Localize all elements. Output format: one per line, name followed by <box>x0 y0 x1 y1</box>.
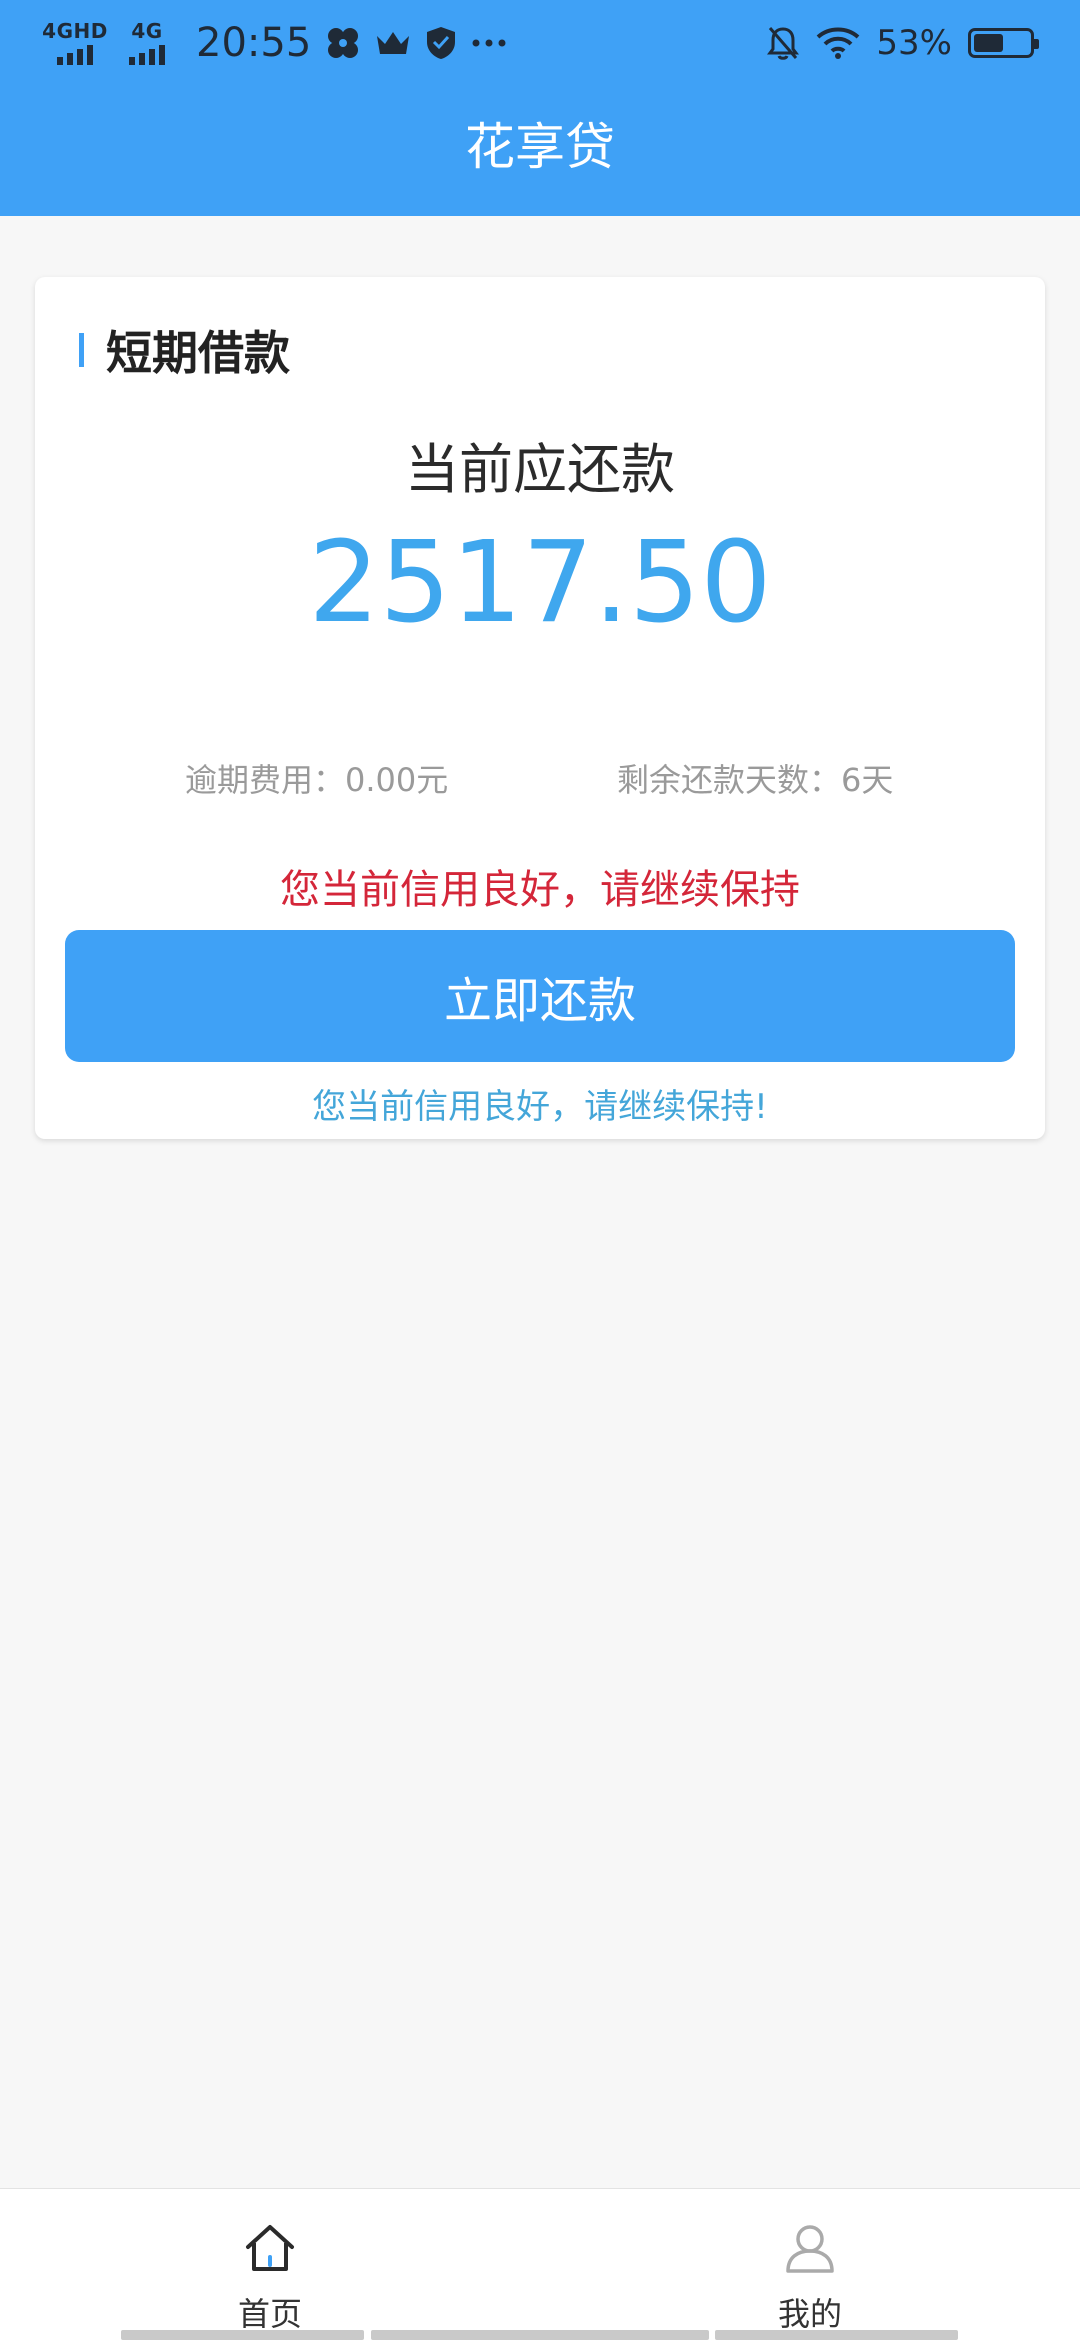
network-label-2: 4G <box>131 19 163 43</box>
user-icon <box>786 2225 834 2273</box>
repay-now-button[interactable]: 立即还款 <box>65 930 1015 1062</box>
section-title: 短期借款 <box>106 326 290 380</box>
signal-bars-icon <box>129 45 165 65</box>
signal-bars-icon <box>57 45 93 65</box>
battery-icon <box>968 28 1039 58</box>
due-label: 当前应还款 <box>405 438 675 501</box>
network-indicator-2: 4G <box>118 21 176 65</box>
gesture-bar-center[interactable] <box>371 2330 709 2340</box>
network-label-1: 4GHD <box>42 19 108 43</box>
page-title: 花享贷 <box>465 118 615 176</box>
gesture-bar-right[interactable] <box>715 2330 958 2340</box>
status-bar: 4GHD 4G 20:55 53% <box>0 0 1080 84</box>
app-header: 4GHD 4G 20:55 53% 花享贷 <box>0 0 1080 216</box>
network-indicator-1: 4GHD <box>42 21 107 65</box>
status-bar-left: 4GHD 4G 20:55 <box>42 16 507 70</box>
section-accent-bar <box>79 333 84 367</box>
status-bar-right: 53% <box>766 16 1039 70</box>
bell-off-icon <box>767 27 800 60</box>
section-header: 短期借款 <box>79 317 290 383</box>
battery-percent: 53% <box>876 23 952 63</box>
wifi-icon <box>817 27 860 59</box>
nav-label-mine: 我的 <box>777 2295 842 2333</box>
bottom-nav: 首页 我的 <box>0 2188 1080 2341</box>
status-time: 20:55 <box>196 20 312 66</box>
gesture-bar-left[interactable] <box>121 2330 364 2340</box>
loan-card: 短期借款 当前应还款 2517.50 逾期费用：0.00元 剩余还款天数：6天 … <box>35 277 1045 1139</box>
shield-check-icon <box>427 27 456 59</box>
due-amount: 2517.50 <box>308 518 772 648</box>
crown-icon <box>377 32 410 54</box>
hint-message: 您当前信用良好，请继续保持! <box>312 1087 768 1127</box>
nav-label-home: 首页 <box>237 2295 302 2333</box>
home-icon <box>246 2225 294 2271</box>
battery-fill <box>974 34 1003 52</box>
fan-icon <box>328 28 359 58</box>
more-dots-icon <box>472 39 506 47</box>
overdue-fee: 逾期费用：0.00元 <box>185 761 449 799</box>
nav-item-home[interactable]: 首页 <box>0 2189 540 2333</box>
nav-item-mine[interactable]: 我的 <box>540 2189 1080 2333</box>
credit-status-message: 您当前信用良好，请继续保持 <box>280 867 800 913</box>
remaining-days: 剩余还款天数：6天 <box>617 761 894 799</box>
